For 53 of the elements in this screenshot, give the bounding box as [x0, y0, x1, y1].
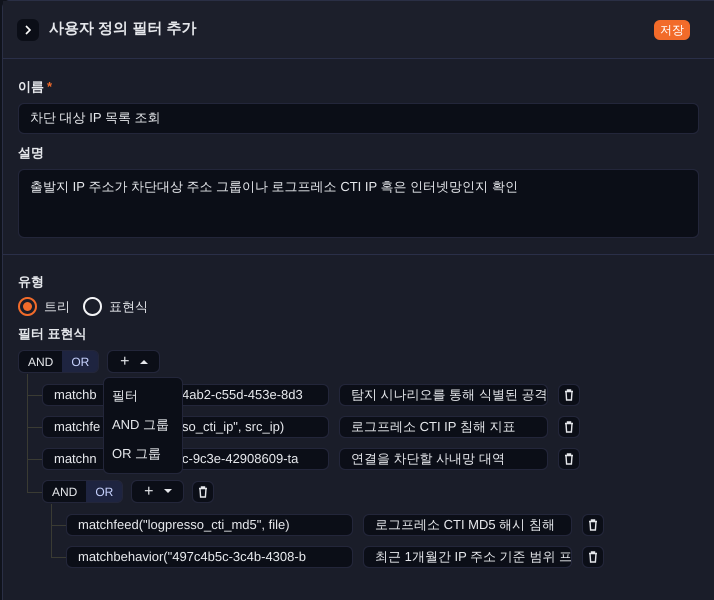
field-label: 유형: [18, 273, 45, 291]
description-text: 연결을 차단할 사내망 대역: [351, 450, 505, 468]
expression-text: matchfe: [54, 418, 100, 436]
delete-button[interactable]: [192, 480, 214, 502]
trash-icon: [564, 452, 574, 464]
operator-tab[interactable]: AND: [19, 351, 62, 372]
expression-field[interactable]: matchbehavior("497c4b5c-3c4b-4308-b: [66, 546, 353, 568]
expression-text: matchbehavior("497c4b5c-3c4b-4308-b: [78, 548, 306, 566]
operator-tab[interactable]: OR: [86, 481, 122, 502]
description-field[interactable]: 탐지 시나리오를 통해 식별된 공격: [339, 384, 548, 406]
field-label: 필터 표현식: [18, 325, 88, 343]
expression-text: c-9c3e-42908609-ta: [182, 450, 298, 468]
description-field[interactable]: 로그프레소 CTI IP 침해 지표: [339, 416, 548, 438]
trash-icon: [588, 550, 598, 562]
trash-icon: [588, 518, 598, 530]
delete-button[interactable]: [558, 448, 580, 470]
add-button[interactable]: +: [107, 350, 160, 373]
panel-title: 사용자 정의 필터 추가: [49, 19, 197, 40]
expression-text: 4ab2-c55d-453e-8d3: [182, 386, 303, 404]
delete-button[interactable]: [558, 384, 580, 406]
radio-option[interactable]: 트리: [18, 296, 70, 316]
field-label: 설명: [18, 144, 45, 162]
expand-button[interactable]: [17, 18, 39, 40]
radio-option[interactable]: 표현식: [83, 296, 148, 316]
description-text: 탐지 시나리오를 통해 식별된 공격: [351, 386, 547, 404]
required-mark: *: [47, 78, 52, 96]
description-text: 로그프레소 CTI MD5 해시 침해: [375, 516, 555, 534]
description-text: 최근 1개월간 IP 주소 기준 범위 프: [375, 548, 571, 566]
expression-text: so_cti_ip", src_ip): [182, 418, 284, 436]
trash-icon: [564, 388, 574, 400]
trash-icon: [198, 486, 208, 498]
field-label: 이름: [18, 78, 44, 96]
expression-text: matchn: [54, 450, 97, 468]
caret-icon: [140, 359, 148, 364]
description-field[interactable]: 최근 1개월간 IP 주소 기준 범위 프: [363, 546, 572, 568]
delete-button[interactable]: [582, 546, 604, 568]
expression-field[interactable]: matchfeed("logpresso_cti_md5", file): [66, 514, 353, 536]
add-button[interactable]: +: [131, 480, 184, 503]
description-field[interactable]: 로그프레소 CTI MD5 해시 침해: [363, 514, 572, 536]
description-field[interactable]: 출발지 IP 주소가 차단대상 주소 그룹이나 로그프레소 CTI IP 혹은 인터넷망인지 확인: [18, 169, 699, 238]
expression-text: matchfeed("logpresso_cti_md5", file): [78, 516, 290, 534]
name-field[interactable]: 차단 대상 IP 목록 조회: [18, 102, 699, 134]
delete-button[interactable]: [582, 514, 604, 536]
operator-tab[interactable]: AND: [43, 481, 86, 502]
expression-text: matchb: [54, 386, 97, 404]
operator-tab[interactable]: OR: [62, 351, 98, 372]
caret-icon: [164, 489, 172, 494]
description-text: 로그프레소 CTI IP 침해 지표: [351, 418, 516, 436]
trash-icon: [564, 420, 574, 432]
chevron-right-icon: [25, 24, 31, 34]
radio-button[interactable]: [18, 296, 37, 316]
description-field[interactable]: 연결을 차단할 사내망 대역: [339, 448, 548, 470]
delete-button[interactable]: [558, 416, 580, 438]
